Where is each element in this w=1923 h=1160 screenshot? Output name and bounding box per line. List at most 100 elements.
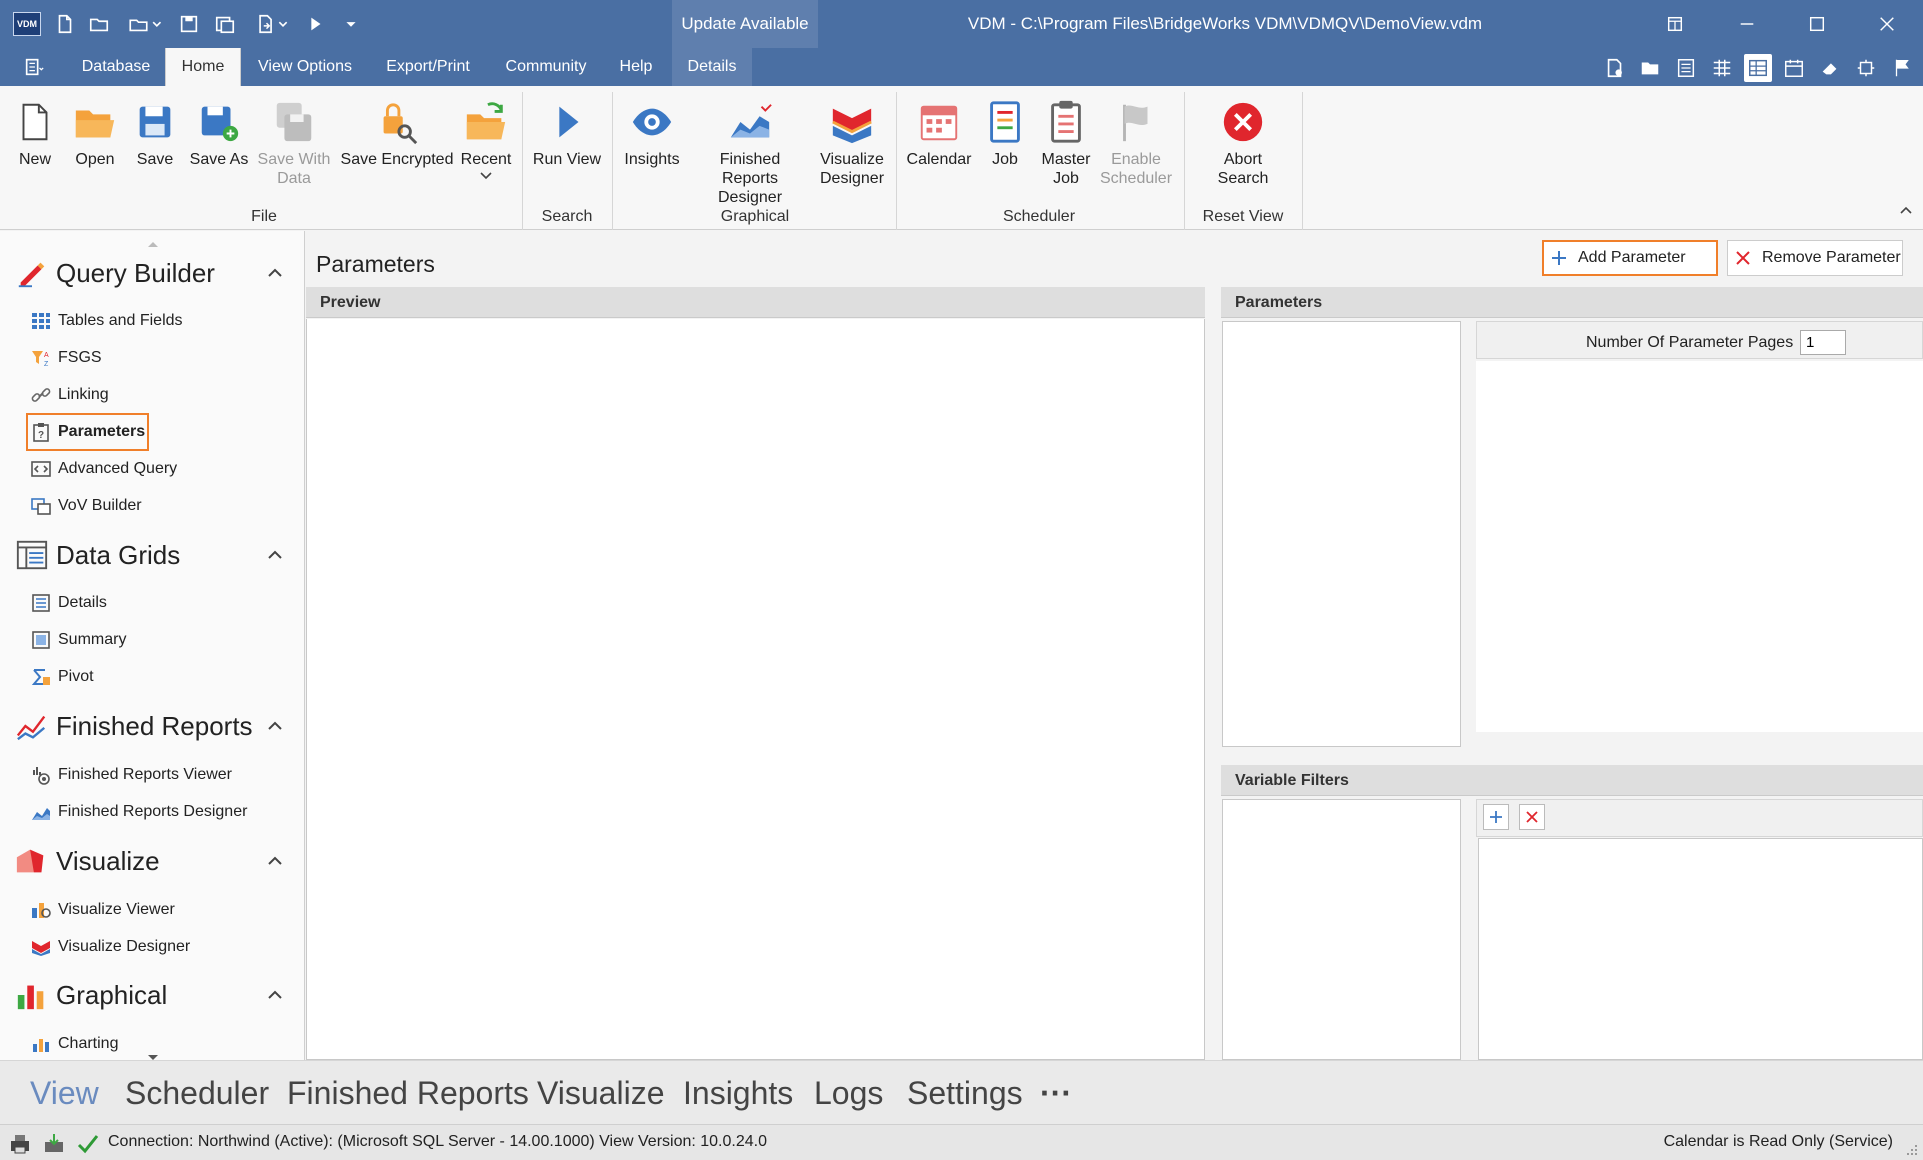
enable-scheduler-button[interactable]: Enable Scheduler [1096,98,1176,188]
save-button[interactable]: Save [130,98,180,169]
recent-button[interactable]: Recent [458,98,514,180]
variable-filter-editor[interactable] [1478,838,1923,1060]
calendar-button[interactable]: Calendar [904,98,974,169]
add-parameter-button[interactable]: Add Parameter [1542,240,1718,276]
collapse-ribbon-icon[interactable] [1898,202,1914,218]
sidebar-item-visualize-viewer[interactable]: Visualize Viewer [30,895,175,925]
page-settings-icon[interactable] [1601,54,1629,82]
master-job-button[interactable]: Master Job [1036,98,1096,188]
eraser-icon[interactable] [1816,54,1844,82]
sidebar-item-linking[interactable]: Linking [30,380,109,410]
nav-tab-scheduler[interactable]: Scheduler [125,1074,269,1112]
collapse-chevron-icon[interactable] [264,715,286,737]
summary-grid-icon[interactable] [1744,54,1772,82]
save-all-icon[interactable] [212,10,238,38]
save-encrypted-button[interactable]: Save Encrypted [340,98,454,169]
tab-export-print[interactable]: Export/Print [370,48,486,86]
save-icon[interactable] [176,10,202,38]
add-filter-button[interactable] [1483,804,1509,830]
export-dropdown-icon[interactable] [250,10,294,38]
flag-icon[interactable] [1888,54,1916,82]
sidebar-item-charting[interactable]: Charting [30,1029,118,1059]
folder-icon[interactable] [1636,54,1664,82]
number-of-pages-input[interactable] [1800,330,1846,355]
new-file-icon[interactable] [52,10,78,38]
sidebar-item-visualize-designer[interactable]: Visualize Designer [30,932,190,962]
job-button[interactable]: Job [980,98,1030,169]
filter-sort-icon: AZ [30,347,52,369]
update-available-button[interactable]: Update Available [672,0,818,48]
nav-tab-insights[interactable]: Insights [683,1074,793,1112]
collapse-chevron-icon[interactable] [264,984,286,1006]
section-data-grids[interactable]: Data Grids [14,535,180,575]
collapse-chevron-icon[interactable] [264,544,286,566]
maximize-button[interactable] [1782,0,1852,48]
variable-filters-header: Variable Filters [1221,765,1923,796]
tab-database[interactable]: Database [68,48,164,86]
scroll-down-icon[interactable] [147,1049,159,1060]
run-icon[interactable] [302,10,328,38]
remove-filter-button[interactable] [1519,804,1545,830]
minimize-button[interactable] [1712,0,1782,48]
sidebar-item-finished-reports-viewer[interactable]: Finished Reports Viewer [30,760,232,790]
nav-tab-logs[interactable]: Logs [814,1074,883,1112]
nav-tab-visualize[interactable]: Visualize [537,1074,664,1112]
graphical-group-label: Graphical [720,208,790,225]
tab-community[interactable]: Community [490,48,602,86]
nav-tab-finished-reports[interactable]: Finished Reports [287,1074,529,1112]
run-view-button[interactable]: Run View [530,98,604,169]
open-folder-icon[interactable] [86,10,112,38]
sidebar-item-finished-reports-designer[interactable]: Finished Reports Designer [30,797,247,827]
section-graphical[interactable]: Graphical [14,975,167,1015]
parameters-list[interactable] [1222,321,1461,747]
sidebar-item-parameters[interactable]: ? Parameters [25,413,150,451]
variable-filters-list[interactable] [1222,799,1461,1060]
tab-details[interactable]: Details [672,48,752,86]
sidebar-item-summary[interactable]: Summary [30,625,126,655]
sidebar-item-advanced-query[interactable]: Advanced Query [30,454,177,484]
new-button[interactable]: New [10,98,60,169]
section-finished-reports[interactable]: Finished Reports [14,706,253,746]
close-button[interactable] [1852,0,1922,48]
resize-grip-icon[interactable] [1905,1143,1919,1157]
sidebar-item-details[interactable]: Details [30,588,107,618]
section-visualize[interactable]: Visualize [14,841,160,881]
grid-view-icon[interactable] [1708,54,1736,82]
remove-parameter-button[interactable]: Remove Parameter [1727,240,1903,276]
section-query-builder[interactable]: Query Builder [14,253,215,293]
save-as-button[interactable]: Save As [186,98,252,169]
abort-search-button[interactable]: Abort Search [1206,98,1280,188]
fit-screen-icon[interactable] [1852,54,1880,82]
add-parameter-label: Add Parameter [1578,249,1686,266]
restore-layout-icon[interactable] [1640,0,1710,48]
customize-qat-icon[interactable] [340,10,362,38]
tab-help[interactable]: Help [606,48,666,86]
app-menu-icon[interactable] [14,48,54,86]
printer-icon[interactable] [8,1132,32,1156]
more-tabs-button[interactable]: ··· [1040,1074,1072,1112]
calendar-icon[interactable] [1780,54,1808,82]
connection-status: Connection: Northwind (Active): (Microso… [108,1133,767,1150]
finished-reports-designer-button[interactable]: Finished Reports Designer [690,98,810,207]
tab-home[interactable]: Home [165,48,241,86]
scroll-up-icon[interactable] [147,235,159,247]
open-button[interactable]: Open [68,98,122,169]
sidebar-item-label: Finished Reports Viewer [58,766,233,783]
open-recent-dropdown-icon[interactable] [122,10,166,38]
tab-view-options[interactable]: View Options [244,48,366,86]
sidebar-item-fsgs[interactable]: AZ FSGS [30,343,102,373]
save-with-data-button[interactable]: Save With Data [256,98,332,188]
insights-button[interactable]: Insights [620,98,684,169]
sidebar-item-vov-builder[interactable]: VoV Builder [30,491,142,521]
collapse-chevron-icon[interactable] [264,262,286,284]
sidebar-item-pivot[interactable]: Pivot [30,662,94,692]
nav-tab-view[interactable]: View [30,1074,99,1112]
sidebar-item-label: Visualize Viewer [58,901,175,918]
nav-tab-settings[interactable]: Settings [907,1074,1023,1112]
new-label: New [18,151,51,168]
download-tray-icon[interactable] [42,1132,66,1156]
sidebar-item-tables-and-fields[interactable]: Tables and Fields [30,306,183,336]
visualize-designer-button[interactable]: Visualize Designer [814,98,890,188]
list-view-icon[interactable] [1672,54,1700,82]
collapse-chevron-icon[interactable] [264,850,286,872]
